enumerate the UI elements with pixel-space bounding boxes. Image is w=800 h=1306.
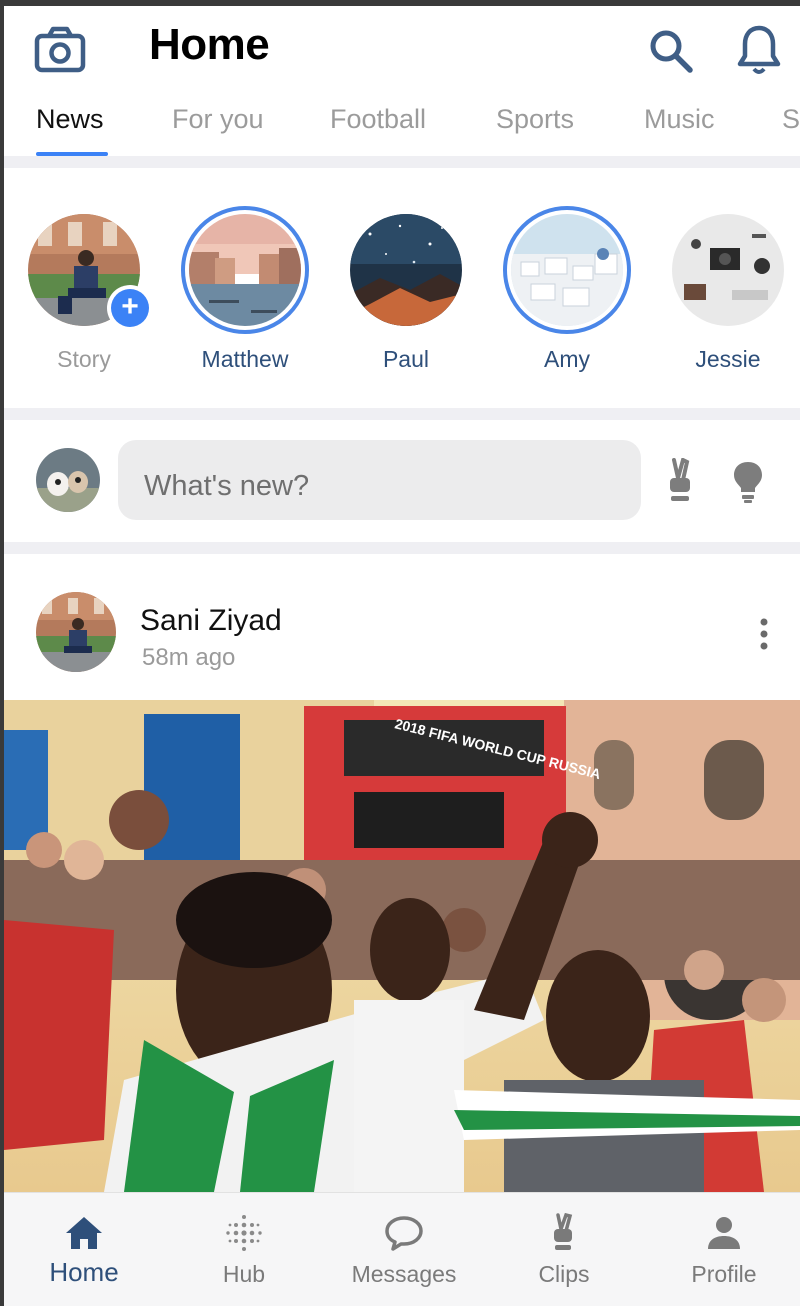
tab-football[interactable]: Football	[330, 104, 426, 135]
post-author[interactable]: Sani Ziyad	[140, 604, 282, 638]
bell-icon[interactable]	[736, 24, 782, 76]
story-name: Story	[57, 346, 111, 372]
story-item[interactable]: Amy	[492, 206, 642, 386]
add-story-button[interactable]: +	[107, 285, 153, 331]
search-icon[interactable]	[648, 28, 694, 74]
post-timestamp: 58m ago	[142, 644, 236, 671]
divider	[4, 156, 800, 168]
avatar	[511, 214, 623, 326]
peace-sign-icon[interactable]	[666, 458, 696, 504]
avatar	[350, 214, 462, 326]
nav-label: Profile	[691, 1261, 757, 1287]
story-ring	[181, 206, 309, 334]
story-name: Jessie	[695, 346, 761, 372]
nav-messages[interactable]: Messages	[324, 1193, 484, 1306]
tab-sports[interactable]: Sports	[496, 104, 574, 135]
story-item[interactable]: Matthew	[170, 206, 320, 386]
chat-bubble-icon	[385, 1216, 423, 1251]
story-name: Amy	[544, 346, 590, 372]
home-icon	[66, 1217, 102, 1249]
more-options-icon[interactable]	[754, 616, 774, 656]
story-ring	[342, 206, 470, 334]
nav-home[interactable]: Home	[4, 1193, 164, 1306]
post-composer: What's new?	[4, 418, 800, 542]
user-avatar[interactable]	[36, 448, 100, 512]
story-ring	[664, 206, 792, 334]
lightbulb-icon[interactable]	[732, 460, 764, 504]
person-icon	[708, 1217, 740, 1249]
tab-music[interactable]: Music	[644, 104, 715, 135]
avatar	[189, 214, 301, 326]
camera-icon[interactable]	[34, 26, 86, 74]
bottom-nav: Home Hub Messages Clips Profile	[4, 1192, 800, 1306]
nav-label: Hub	[222, 1261, 266, 1287]
story-item[interactable]: Jessie	[653, 206, 800, 386]
plus-icon: +	[111, 289, 149, 327]
peace-sign-icon	[554, 1213, 573, 1250]
top-bar: Home	[4, 6, 800, 96]
tab-news[interactable]: News	[36, 104, 104, 135]
hub-dots-icon	[226, 1215, 262, 1251]
page-title: Home	[149, 20, 270, 69]
tab-more[interactable]: S	[782, 104, 800, 135]
tab-for-you[interactable]: For you	[172, 104, 264, 135]
post-photo[interactable]: 2018 FIFA WORLD CUP RUSSIA	[4, 700, 800, 1192]
nav-label: Messages	[351, 1261, 457, 1287]
story-name: Matthew	[201, 346, 289, 372]
nav-label: Home	[49, 1257, 119, 1287]
story-ring	[503, 206, 631, 334]
story-item[interactable]: Paul	[331, 206, 481, 386]
story-name: Paul	[382, 346, 430, 372]
author-avatar[interactable]	[36, 592, 116, 672]
nav-clips[interactable]: Clips	[484, 1193, 644, 1306]
whats-new-input[interactable]: What's new?	[118, 440, 641, 520]
stories-row: + Story Matthew Paul Amy Jessie	[4, 168, 800, 408]
avatar	[672, 214, 784, 326]
story-own[interactable]: + Story	[9, 206, 159, 386]
nav-profile[interactable]: Profile	[644, 1193, 800, 1306]
category-tabs: News For you Football Sports Music S	[4, 100, 800, 158]
app-screen: Home News For you Football Sports Music …	[4, 6, 800, 1306]
nav-label: Clips	[538, 1261, 590, 1287]
nav-hub[interactable]: Hub	[164, 1193, 324, 1306]
post-header: Sani Ziyad 58m ago	[4, 552, 800, 700]
